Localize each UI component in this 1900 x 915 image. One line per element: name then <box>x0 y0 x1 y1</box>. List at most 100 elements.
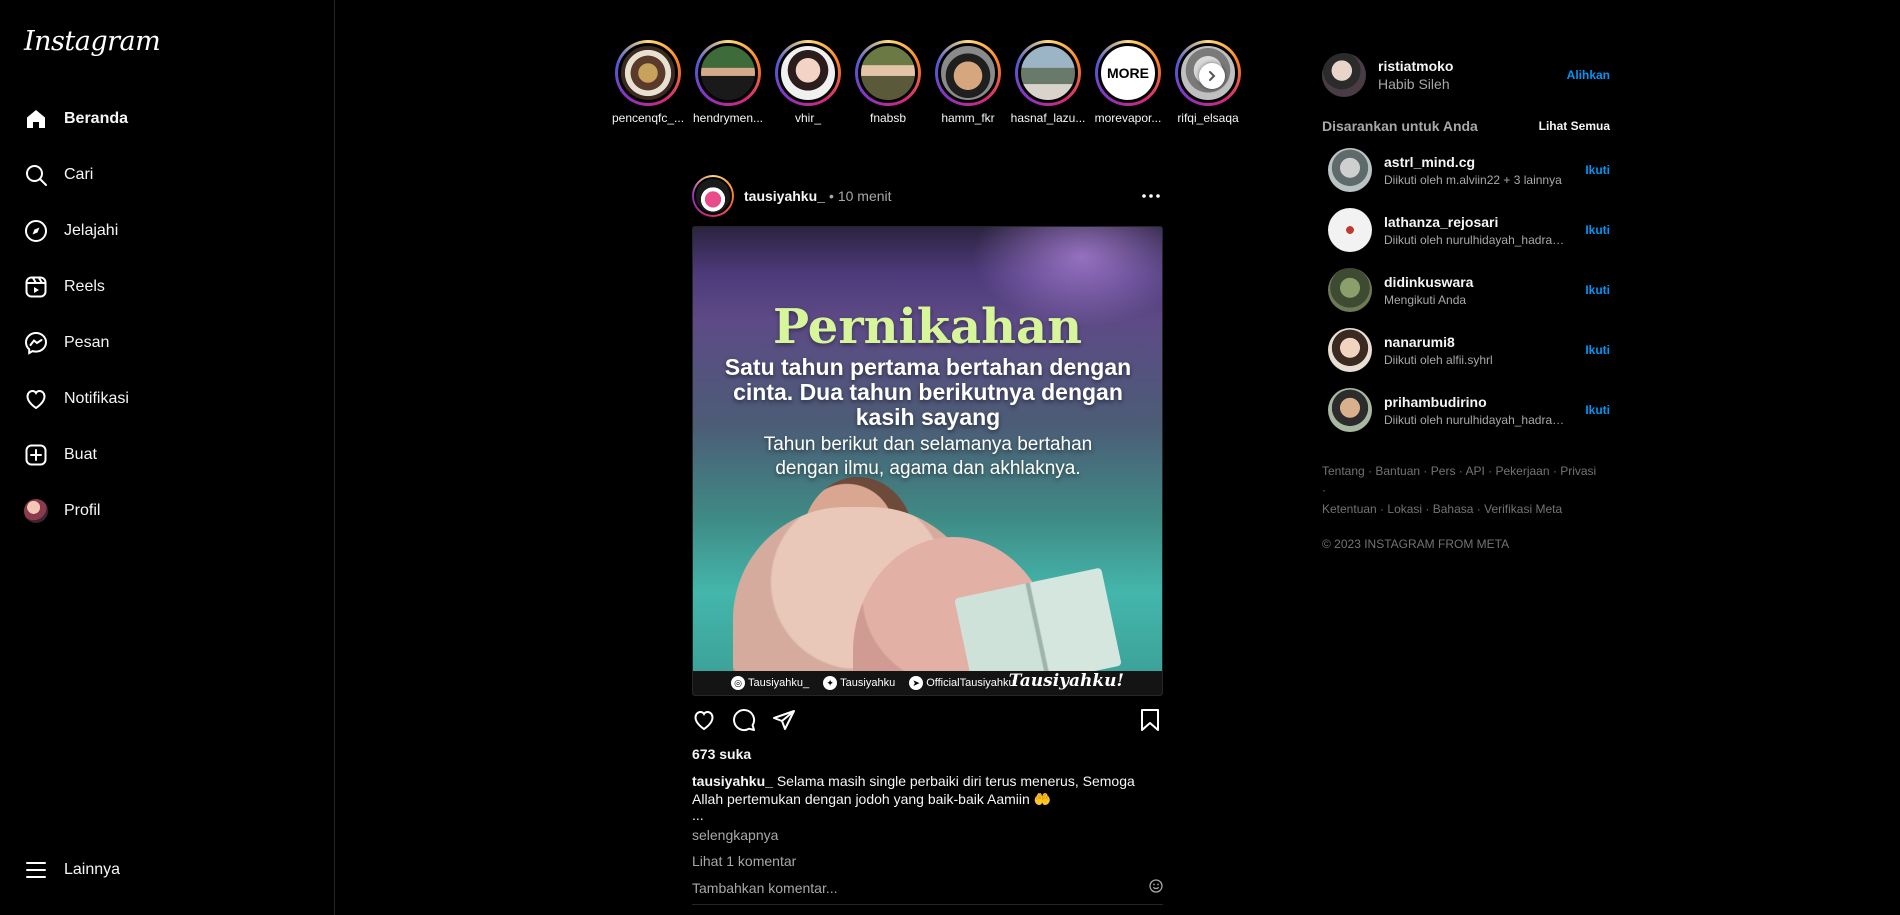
footer-link[interactable]: Pekerjaan <box>1495 464 1549 478</box>
footer-link[interactable]: Privasi <box>1560 464 1596 478</box>
footer-link[interactable]: Ketentuan <box>1322 502 1377 516</box>
sidebar-item-label: Buat <box>64 446 97 463</box>
instagram-logo[interactable]: Instagram <box>24 26 161 57</box>
sidebar-item-label: Cari <box>64 166 94 183</box>
follow-button[interactable]: Ikuti <box>1585 283 1610 297</box>
switch-account-button[interactable]: Alihkan <box>1567 68 1610 82</box>
sidebar: Instagram Beranda Cari Jelajahi Reels Pe… <box>0 0 335 915</box>
footer-link[interactable]: Bantuan <box>1375 464 1420 478</box>
suggestion-username[interactable]: lathanza_rejosari <box>1384 214 1569 230</box>
heart-icon <box>694 710 714 731</box>
story-username: hamm_fkr <box>941 111 995 125</box>
stories-next-button[interactable] <box>1199 63 1225 89</box>
avatar[interactable] <box>1328 328 1372 372</box>
avatar[interactable] <box>1322 53 1366 97</box>
story-avatar-text: MORE <box>1107 65 1149 81</box>
twitter-icon: ✦ <box>823 676 838 690</box>
story-item[interactable]: hendrymen... <box>688 40 768 130</box>
story-item[interactable]: fnabsb <box>848 40 928 130</box>
suggestion-username[interactable]: didinkuswara <box>1384 274 1569 290</box>
likes-count[interactable]: 673 suka <box>692 746 1163 762</box>
footer-link[interactable]: Pers <box>1431 464 1456 478</box>
post-avatar[interactable] <box>692 175 734 217</box>
compass-icon <box>24 219 48 243</box>
avatar[interactable] <box>1328 148 1372 192</box>
save-button[interactable] <box>1139 700 1163 740</box>
avatar[interactable] <box>1328 268 1372 312</box>
post-separator: • <box>828 188 834 204</box>
post-image[interactable]: Pernikahan Satu tahun pertama bertahan d… <box>692 226 1163 696</box>
follow-button[interactable]: Ikuti <box>1585 343 1610 357</box>
story-item[interactable]: pencenqfc_... <box>608 40 688 130</box>
story-username: pencenqfc_... <box>611 111 685 125</box>
story-item[interactable]: hasnaf_lazu... <box>1008 40 1088 130</box>
view-comments-link[interactable]: Lihat 1 komentar <box>692 853 1163 869</box>
comment-icon <box>733 709 756 732</box>
footer-separator: · <box>1422 502 1433 516</box>
share-button[interactable] <box>772 700 812 740</box>
suggestion-item: astrl_mind.cg Diikuti oleh m.alviin22 + … <box>1322 148 1610 192</box>
suggestions-list: astrl_mind.cg Diikuti oleh m.alviin22 + … <box>1322 148 1610 432</box>
follow-button[interactable]: Ikuti <box>1585 223 1610 237</box>
sidebar-item-label: Beranda <box>64 110 129 127</box>
sidebar-item-notifications[interactable]: Notifikasi <box>12 375 322 423</box>
emoji-icon <box>1149 879 1163 893</box>
footer-link[interactable]: Tentang <box>1322 464 1365 478</box>
story-username: rifqi_elsaqa <box>1177 111 1239 125</box>
sidebar-item-reels[interactable]: Reels <box>12 263 322 311</box>
footer-link[interactable]: API <box>1465 464 1484 478</box>
emoji-button[interactable] <box>1149 879 1163 896</box>
like-button[interactable] <box>692 700 732 740</box>
footer-link[interactable]: Bahasa <box>1433 502 1474 516</box>
more-options-button[interactable] <box>1139 184 1163 208</box>
follow-button[interactable]: Ikuti <box>1585 403 1610 417</box>
footer-separator: · <box>1484 464 1496 478</box>
show-more-link[interactable]: selengkapnya <box>692 827 1163 843</box>
footer-link[interactable]: Lokasi <box>1387 502 1422 516</box>
see-all-button[interactable]: Lihat Semua <box>1539 119 1610 133</box>
sidebar-item-search[interactable]: Cari <box>12 151 322 199</box>
post-username[interactable]: tausiyahku_ <box>744 188 825 204</box>
sidebar-item-profile[interactable]: Profil <box>12 487 322 535</box>
suggestion-item: nanarumi8 Diikuti oleh alfii.syhrl Ikuti <box>1322 328 1610 372</box>
post-header: tausiyahku_ • 10 menit <box>692 175 1163 217</box>
sidebar-item-label: Reels <box>64 278 105 295</box>
sidebar-item-messages[interactable]: Pesan <box>12 319 322 367</box>
heart-icon <box>24 387 48 411</box>
send-icon <box>773 710 795 730</box>
more-button[interactable]: Lainnya <box>12 846 322 894</box>
telegram-icon: ➤ <box>909 676 924 690</box>
footer-separator: · <box>1376 502 1388 516</box>
suggestion-username[interactable]: prihambudirino <box>1384 394 1569 410</box>
story-item[interactable]: MORE morevapor... <box>1088 40 1168 130</box>
current-user: ristiatmoko Habib Sileh Alihkan <box>1322 52 1610 98</box>
avatar[interactable] <box>1328 388 1372 432</box>
current-username[interactable]: ristiatmoko <box>1378 58 1453 74</box>
comment-button[interactable] <box>732 700 772 740</box>
follow-button[interactable]: Ikuti <box>1585 163 1610 177</box>
more-menu: Lainnya <box>12 846 322 902</box>
footer-separator: · <box>1473 502 1485 516</box>
suggestion-subtitle: Diikuti oleh alfii.syhrl <box>1384 352 1493 367</box>
sidebar-item-label: Jelajahi <box>64 222 119 239</box>
avatar[interactable] <box>1328 208 1372 252</box>
right-column: ristiatmoko Habib Sileh Alihkan Disarank… <box>1322 52 1610 551</box>
story-item[interactable]: vhir_ <box>768 40 848 130</box>
story-item[interactable]: hamm_fkr <box>928 40 1008 130</box>
image-signature: Tausiyahku! <box>1008 671 1124 691</box>
footer-link[interactable]: Verifikasi Meta <box>1484 502 1562 516</box>
comment-input[interactable]: Tambahkan komentar... <box>692 880 838 896</box>
suggestions-title: Disarankan untuk Anda <box>1322 118 1478 134</box>
image-subtitle: Satu tahun pertama bertahan dengan cinta… <box>724 354 1132 430</box>
footer-separator: · <box>1420 464 1431 478</box>
plus-square-icon <box>24 443 48 467</box>
sidebar-item-home[interactable]: Beranda <box>12 95 322 143</box>
sidebar-item-explore[interactable]: Jelajahi <box>12 207 322 255</box>
suggestion-username[interactable]: nanarumi8 <box>1384 334 1569 350</box>
suggestion-item: didinkuswara Mengikuti Anda Ikuti <box>1322 268 1610 312</box>
suggestion-username[interactable]: astrl_mind.cg <box>1384 154 1569 170</box>
caption-username[interactable]: tausiyahku_ <box>692 773 773 789</box>
sidebar-nav: Beranda Cari Jelajahi Reels Pesan Notifi… <box>12 95 322 543</box>
more-label: Lainnya <box>64 861 121 878</box>
sidebar-item-create[interactable]: Buat <box>12 431 322 479</box>
